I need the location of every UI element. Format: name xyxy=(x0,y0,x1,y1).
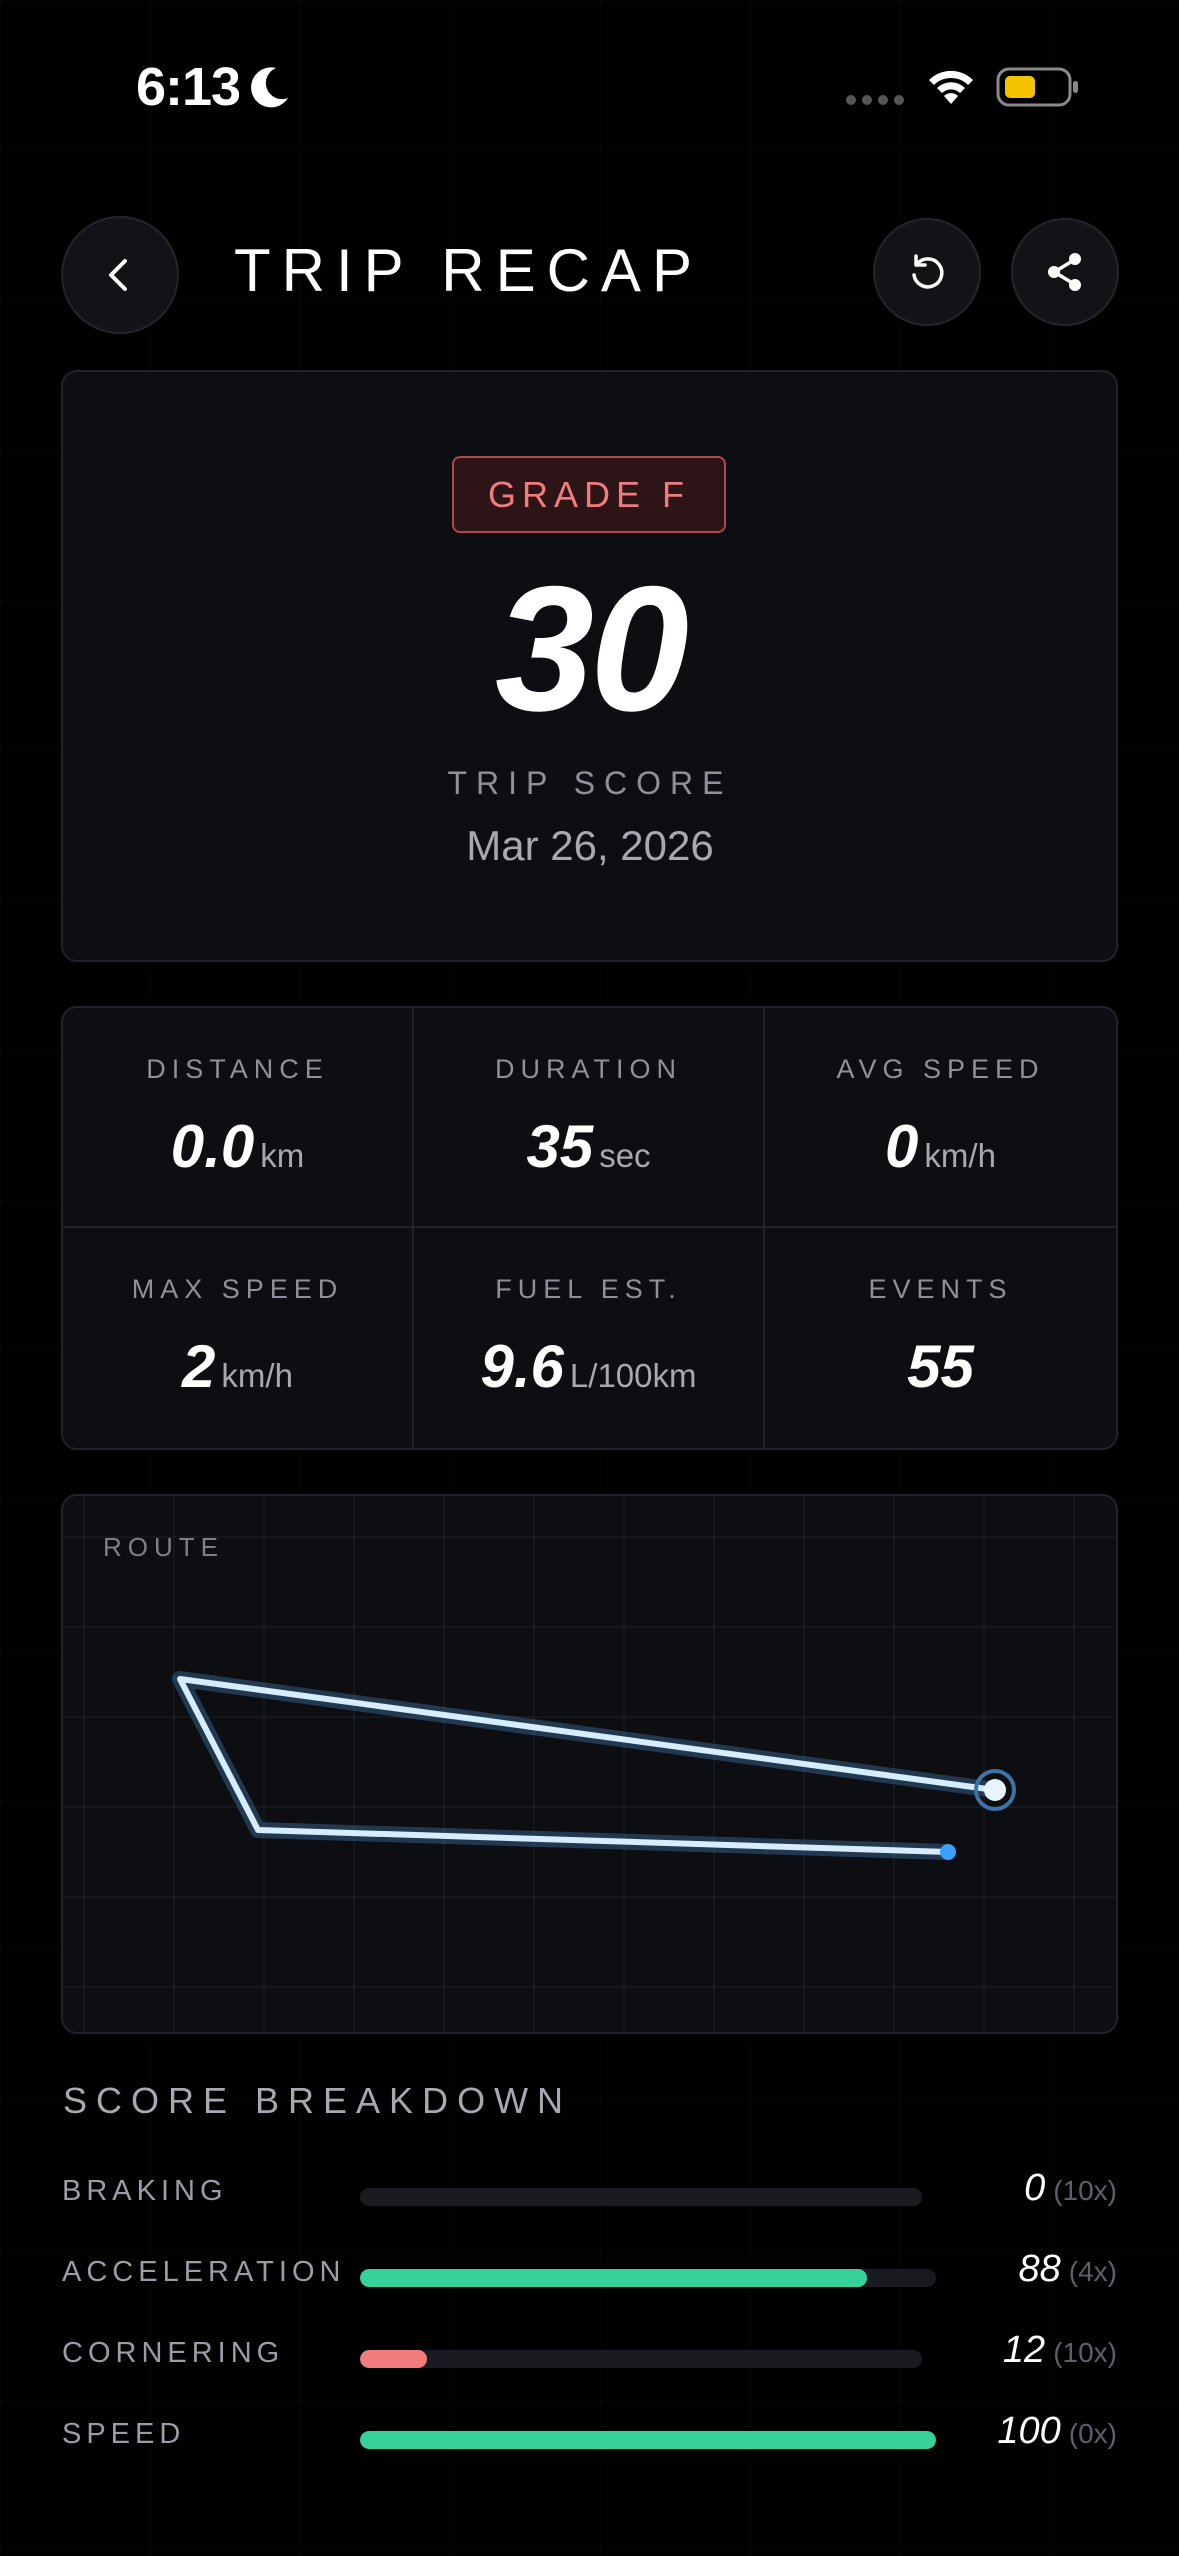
share-button[interactable] xyxy=(1011,218,1119,326)
trip-recap-screen: 6:13 TRIP RECAP GRADE F 30 TRIP SCORE Ma… xyxy=(0,0,1179,2556)
moon-icon xyxy=(251,67,288,108)
stat-value: 9.6 xyxy=(480,1333,564,1400)
route-map[interactable] xyxy=(63,1496,1118,2034)
stat-fuel-estimate: FUEL EST. 9.6 L/100km xyxy=(414,1228,765,1448)
breakdown-value: 12 xyxy=(1002,2329,1046,2371)
breakdown-value: 88 xyxy=(1018,2248,1061,2290)
stat-avg-speed: AVG SPEED 0 km/h xyxy=(765,1008,1116,1228)
stat-value: 55 xyxy=(907,1333,974,1400)
trip-date: Mar 26, 2026 xyxy=(466,822,714,869)
breakdown-weight: (4x) xyxy=(1068,2256,1117,2287)
share-icon xyxy=(1048,253,1081,291)
stat-label: DISTANCE xyxy=(146,1054,329,1084)
stat-duration: DURATION 35 sec xyxy=(414,1008,765,1228)
trip-stats-card: DISTANCE 0.0 km DURATION 35 sec AVG SPEED … xyxy=(61,1006,1118,1450)
back-button[interactable] xyxy=(61,216,179,334)
wifi-icon xyxy=(929,70,973,104)
cellular-signal-icon xyxy=(846,95,904,105)
stat-value: 2 xyxy=(182,1333,216,1400)
status-time: 6:13 xyxy=(136,57,241,117)
trip-score-value: 30 xyxy=(495,549,689,748)
breakdown-label: CORNERING xyxy=(62,2337,285,2369)
breakdown-value: 100 xyxy=(997,2410,1061,2452)
breakdown-bar-fill xyxy=(360,2431,936,2449)
stat-unit: km/h xyxy=(924,1137,996,1174)
stat-label: FUEL EST. xyxy=(495,1274,682,1304)
stat-label: MAX SPEED xyxy=(131,1274,344,1304)
breakdown-bar-track xyxy=(360,2350,922,2368)
route-card: ROUTE xyxy=(61,1494,1118,2034)
stat-label: EVENTS xyxy=(868,1274,1013,1304)
breakdown-row-acceleration: ACCELERATION 88 (4x) xyxy=(0,2246,1179,2306)
stat-unit: sec xyxy=(599,1137,651,1174)
stat-events: EVENTS 55 xyxy=(765,1228,1116,1448)
breakdown-bar-track xyxy=(360,2431,936,2449)
trip-score-label: TRIP SCORE xyxy=(447,765,733,801)
breakdown-row-cornering: CORNERING 12 (10x) xyxy=(0,2327,1179,2387)
stat-label: AVG SPEED xyxy=(836,1054,1045,1084)
stat-label: DURATION xyxy=(495,1054,682,1084)
stat-value: 0 xyxy=(885,1113,919,1180)
breakdown-value: 0 xyxy=(1024,2167,1046,2209)
breakdown-bar-fill xyxy=(360,2269,867,2287)
battery-icon xyxy=(996,67,1078,107)
breakdown-weight: (10x) xyxy=(1053,2175,1117,2206)
route-end-marker xyxy=(940,1844,956,1860)
breakdown-label: BRAKING xyxy=(62,2175,228,2207)
trip-stats-grid: DISTANCE 0.0 km DURATION 35 sec AVG SPEED … xyxy=(63,1008,1116,1448)
rotate-ccw-icon xyxy=(912,254,944,289)
stat-unit: L/100km xyxy=(569,1357,697,1394)
stat-unit: km xyxy=(260,1137,305,1174)
replay-button[interactable] xyxy=(873,218,981,326)
stat-max-speed: MAX SPEED 2 km/h xyxy=(63,1228,414,1448)
score-breakdown-title: SCORE BREAKDOWN xyxy=(63,2080,573,2121)
breakdown-label: ACCELERATION xyxy=(62,2256,346,2288)
breakdown-bar-track xyxy=(360,2269,936,2287)
stat-value: 0.0 xyxy=(170,1113,255,1180)
breakdown-weight: (0x) xyxy=(1068,2418,1117,2449)
stat-distance: DISTANCE 0.0 km xyxy=(63,1008,414,1228)
page-title: TRIP RECAP xyxy=(234,237,703,304)
breakdown-row-speed: SPEED 100 (0x) xyxy=(0,2408,1179,2468)
chevron-left-icon xyxy=(109,259,127,291)
breakdown-bar-track xyxy=(360,2188,922,2206)
breakdown-row-braking: BRAKING 0 (10x) xyxy=(0,2165,1179,2225)
breakdown-label: SPEED xyxy=(62,2418,186,2450)
grade-badge: GRADE F xyxy=(452,456,726,533)
stat-unit: km/h xyxy=(221,1357,293,1394)
route-start-marker xyxy=(984,1779,1006,1801)
status-bar: 6:13 xyxy=(0,0,1179,160)
breakdown-weight: (10x) xyxy=(1053,2337,1117,2368)
route-path-glow xyxy=(172,1671,1003,1860)
breakdown-bar-fill xyxy=(360,2350,428,2368)
stat-value: 35 xyxy=(526,1113,594,1180)
